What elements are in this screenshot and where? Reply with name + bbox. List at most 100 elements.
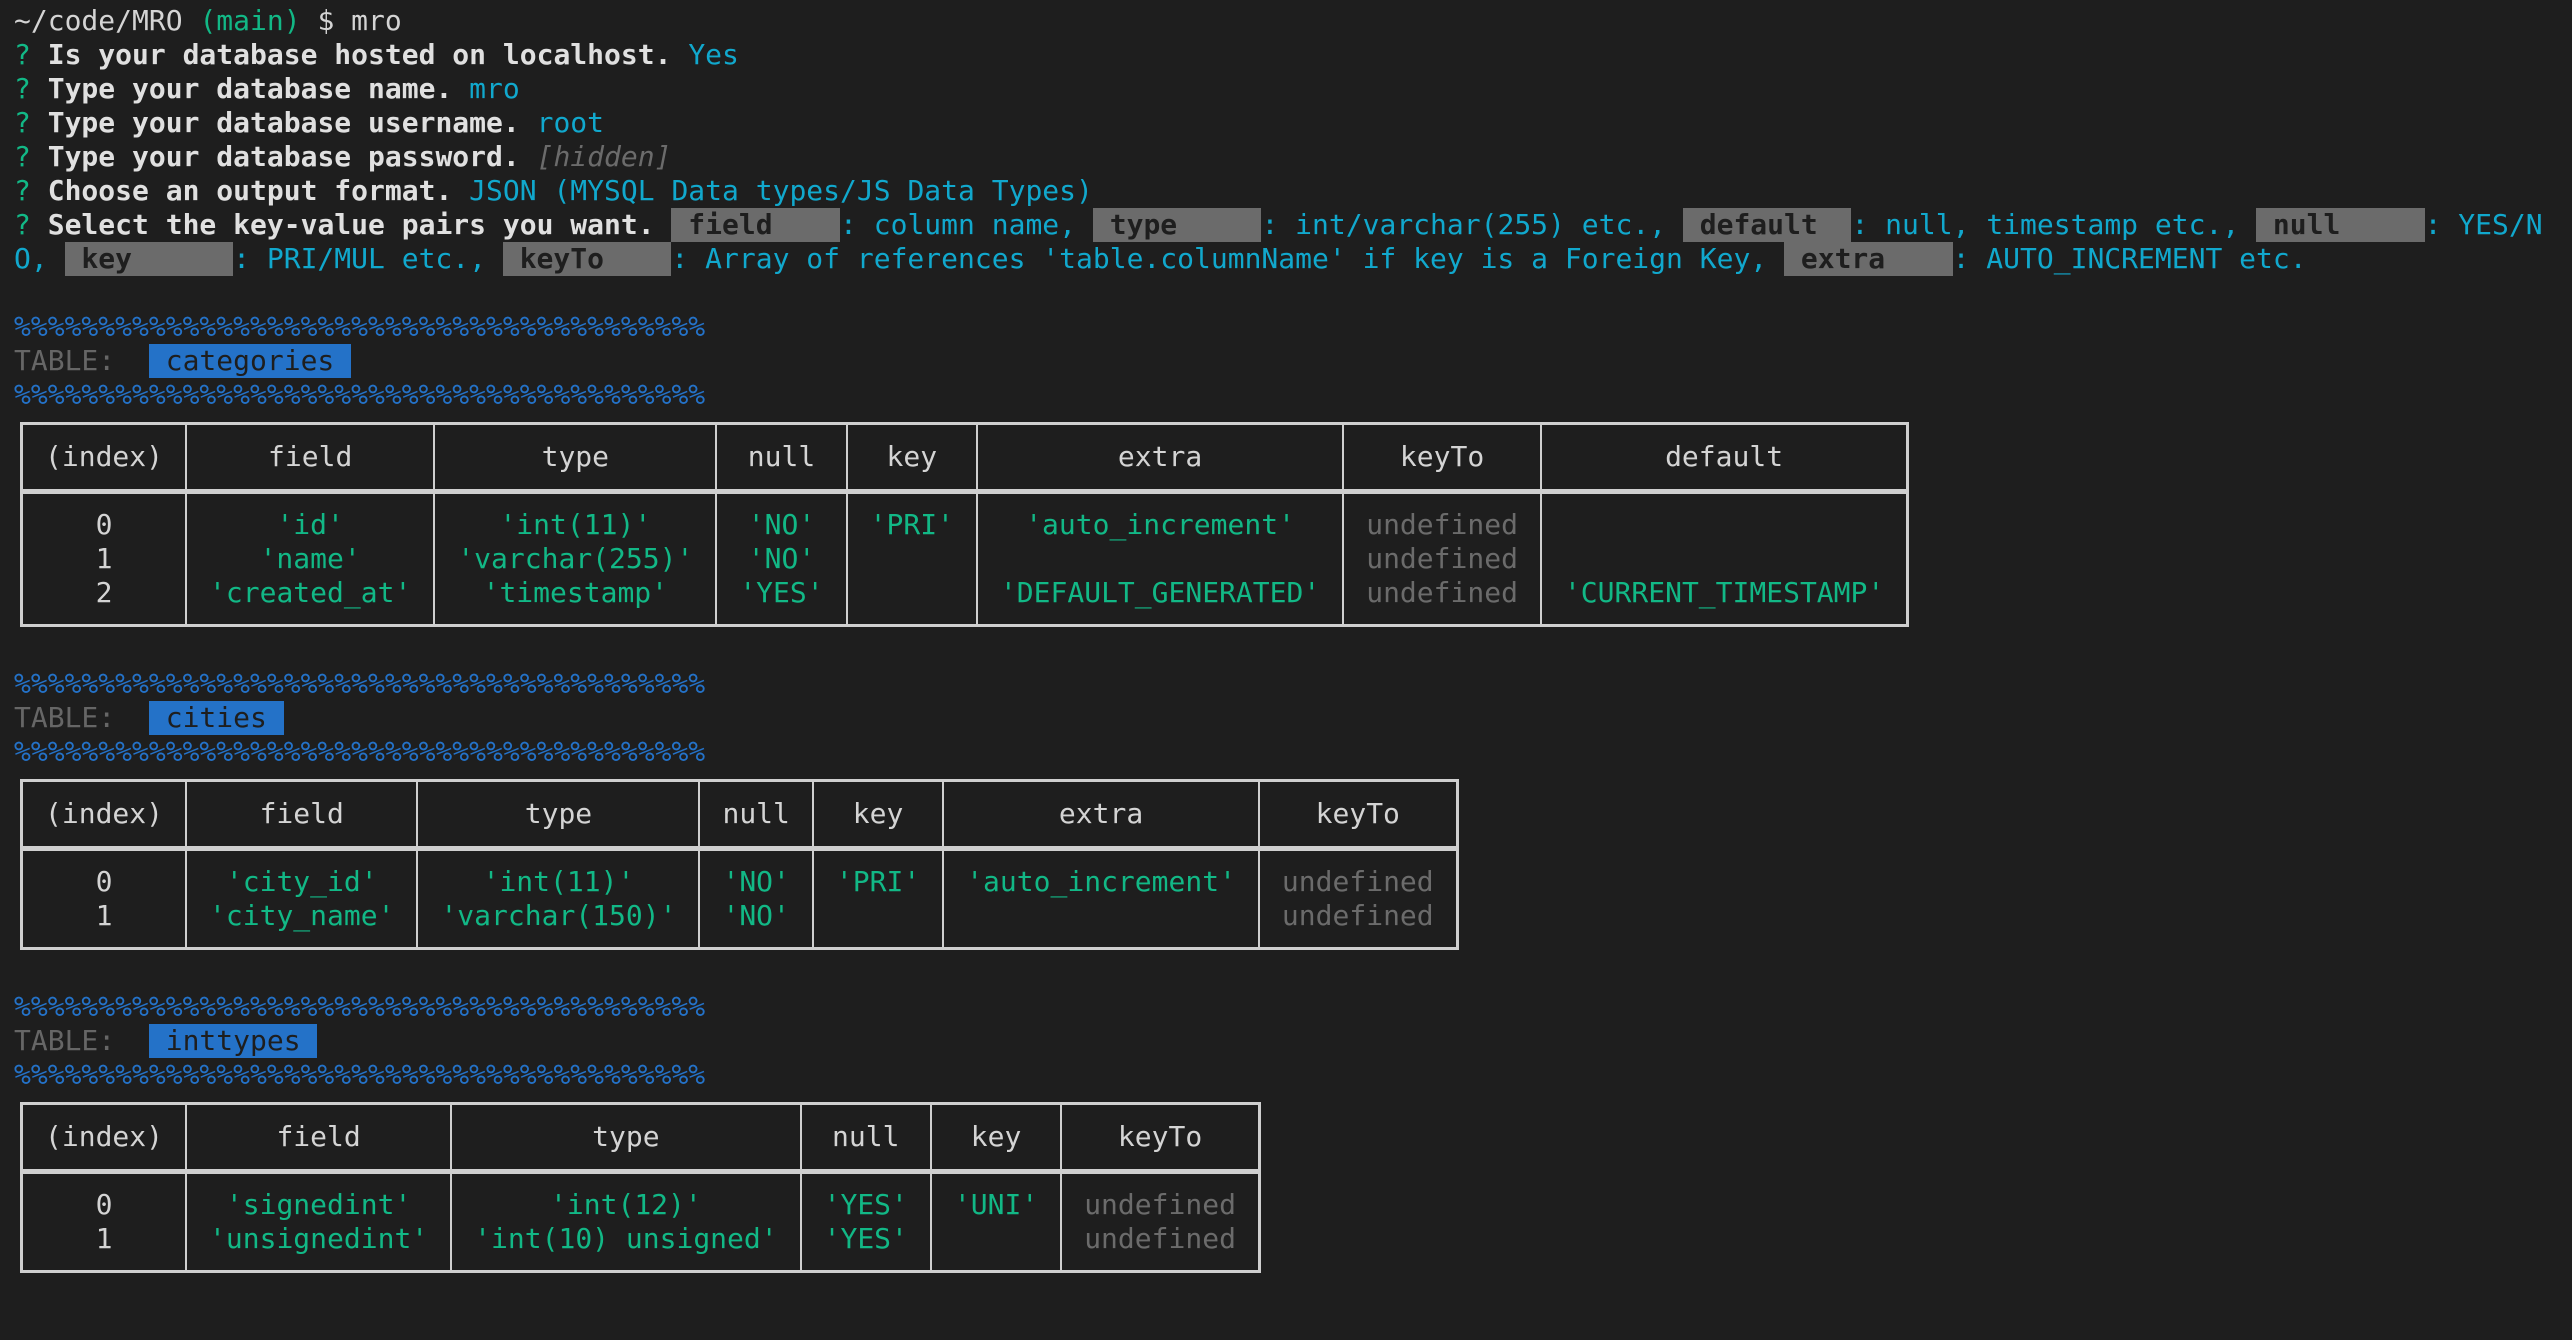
column-cells-type: 'int(11)''varchar(255)''timestamp' (433, 490, 718, 627)
table-cell: 1 (95, 899, 113, 932)
column-cells-type: 'int(11)''varchar(150)' (416, 847, 701, 950)
table-label: TABLE: (14, 1024, 116, 1057)
option-tag-type[interactable]: type (1092, 208, 1262, 242)
prompt-command: mro (351, 4, 402, 37)
table-cell (1564, 508, 1884, 542)
table-cell: 'unsignedint' (209, 1222, 429, 1255)
header-row: (index) field type null key keyTo (20, 1102, 1261, 1173)
column-cells-keyTo: undefined undefined undefined (1342, 490, 1542, 627)
table-cell: 'city_id' (225, 865, 378, 898)
column-cells-keyTo: undefined undefined (1257, 847, 1459, 950)
question-list: ? Is your database hosted on localhost. … (14, 38, 2564, 208)
question-mark-icon: ? (14, 106, 31, 139)
column-cells-default: 'CURRENT_TIMESTAMP' (1539, 490, 1909, 627)
column-cells-key: 'PRI' (811, 847, 945, 950)
question-answer: Yes (688, 38, 739, 71)
table-cell: undefined (1366, 576, 1518, 609)
question-mark-icon: ? (14, 174, 31, 207)
table-label: TABLE: (14, 701, 116, 734)
table-cell: 'created_at' (209, 576, 412, 609)
question-mark-icon: ? (14, 140, 31, 173)
option-description: : Array of references 'table.columnName'… (671, 242, 1785, 275)
column-header-keyTo: keyTo (1257, 779, 1459, 850)
question-answer: JSON (MYSQL Data types/JS Data Types) (469, 174, 1093, 207)
table-heading: TABLE: inttypes (14, 1024, 2564, 1058)
shell-prompt: ~/code/MRO (main) $ mro (14, 4, 2564, 38)
column-header-keyTo: keyTo (1342, 422, 1542, 493)
table-cities: (index) field type null key extra keyTo 0 1'city… (20, 779, 1459, 950)
column-header-field: field (185, 1102, 453, 1173)
separator-line: %%%%%%%%%%%%%%%%%%%%%%%%%%%%%%%%%%%%%%%%… (14, 735, 706, 768)
table-cell: 'int(12)' (550, 1188, 702, 1221)
option-tag-keyto[interactable]: keyTo (502, 242, 672, 276)
separator-line: %%%%%%%%%%%%%%%%%%%%%%%%%%%%%%%%%%%%%%%%… (14, 378, 706, 411)
table-name-badge: inttypes (148, 1024, 318, 1058)
table-cell: 'varchar(150)' (440, 899, 677, 932)
question-text: Is your database hosted on localhost. (47, 38, 672, 71)
column-header-index: (index) (20, 422, 188, 493)
table-inttypes: (index) field type null key keyTo 0 1'signedint… (20, 1102, 1261, 1273)
table-cell: 'PRI' (869, 508, 954, 541)
column-header-type: type (450, 1102, 802, 1173)
table-cell (836, 899, 920, 933)
table-cell: undefined (1366, 542, 1518, 575)
option-tag-key[interactable]: key (64, 242, 234, 276)
terminal-output: ~/code/MRO (main) $ mro ? Is your databa… (14, 4, 2564, 1313)
option-tag-extra[interactable]: extra (1784, 242, 1953, 276)
column-cells-null: 'YES' 'YES' (799, 1170, 932, 1273)
table-cell: 'auto_increment' (1025, 508, 1295, 541)
column-cells-field: 'city_id''city_name' (185, 847, 419, 950)
question-mark-icon: ? (14, 208, 31, 241)
table-cell: 'int(10) unsigned' (474, 1222, 778, 1255)
table-cell (870, 542, 954, 576)
table-cell: 'id' (276, 508, 344, 541)
question-line: ? Type your database password. [hidden] (14, 140, 2564, 174)
option-tag-field[interactable]: field (671, 208, 841, 242)
option-description: : column name, (840, 208, 1093, 241)
table-cell: undefined (1281, 865, 1434, 898)
column-cells-key: 'UNI' (929, 1170, 1063, 1273)
table-cell: 'UNI' (953, 1188, 1039, 1221)
question-answer: root (536, 106, 605, 139)
option-description: : null, timestamp etc., (1851, 208, 2257, 241)
column-header-key: key (811, 779, 945, 850)
prompt-symbol: $ (317, 4, 335, 37)
question-text: Select the key-value pairs you want. (47, 208, 655, 241)
table-cell: undefined (1281, 899, 1434, 932)
question-line: ? Choose an output format. JSON (MYSQL D… (14, 174, 2564, 208)
table-cell: 'name' (259, 542, 361, 575)
column-header-default: default (1539, 422, 1909, 493)
question-text: Type your database username. (47, 106, 520, 139)
table-cell: 'city_name' (209, 899, 395, 932)
column-header-field: field (185, 779, 419, 850)
option-description: : AUTO_INCREMENT etc. (1952, 242, 2307, 275)
option-tag-default[interactable]: default (1682, 208, 1852, 242)
table-cell: 'PRI' (835, 865, 921, 898)
table-cell: 0 (95, 508, 113, 541)
prompt-path: ~/code/MRO (14, 4, 183, 37)
table-cell: 'timestamp' (482, 576, 669, 609)
option-tag-null[interactable]: null (2256, 208, 2425, 242)
column-cells-field: 'id''name''created_at' (185, 490, 436, 627)
table-cell: 'NO' (747, 542, 816, 575)
table-cell: undefined (1084, 1222, 1236, 1255)
table-cell: 'CURRENT_TIMESTAMP' (1563, 576, 1885, 609)
separator-line: %%%%%%%%%%%%%%%%%%%%%%%%%%%%%%%%%%%%%%%%… (14, 990, 706, 1023)
table-row: 0 1'city_id''city_name''int(11)''varchar(… (20, 847, 1459, 950)
header-row: (index) field type null key extra keyTo default (20, 422, 1909, 493)
column-cells-extra: 'auto_increment' (942, 847, 1260, 950)
column-cells-field: 'signedint''unsignedint' (185, 1170, 453, 1273)
table-cell: 'int(11)' (499, 508, 652, 541)
column-header-extra: extra (942, 779, 1260, 850)
table-categories: (index) field type null key extra keyTo default… (20, 422, 1910, 627)
question-mark-icon: ? (14, 38, 31, 71)
tables-container: %%%%%%%%%%%%%%%%%%%%%%%%%%%%%%%%%%%%%%%%… (14, 310, 2564, 1313)
column-cells-index: 012 (20, 490, 188, 627)
table-label: TABLE: (14, 344, 116, 377)
table-cell: 'int(11)' (482, 865, 635, 898)
table-heading: TABLE: categories (14, 344, 2564, 378)
table-row: 0 1'signedint''unsignedint''int(12)''int(… (20, 1170, 1261, 1273)
column-cells-key: 'PRI' (845, 490, 978, 627)
